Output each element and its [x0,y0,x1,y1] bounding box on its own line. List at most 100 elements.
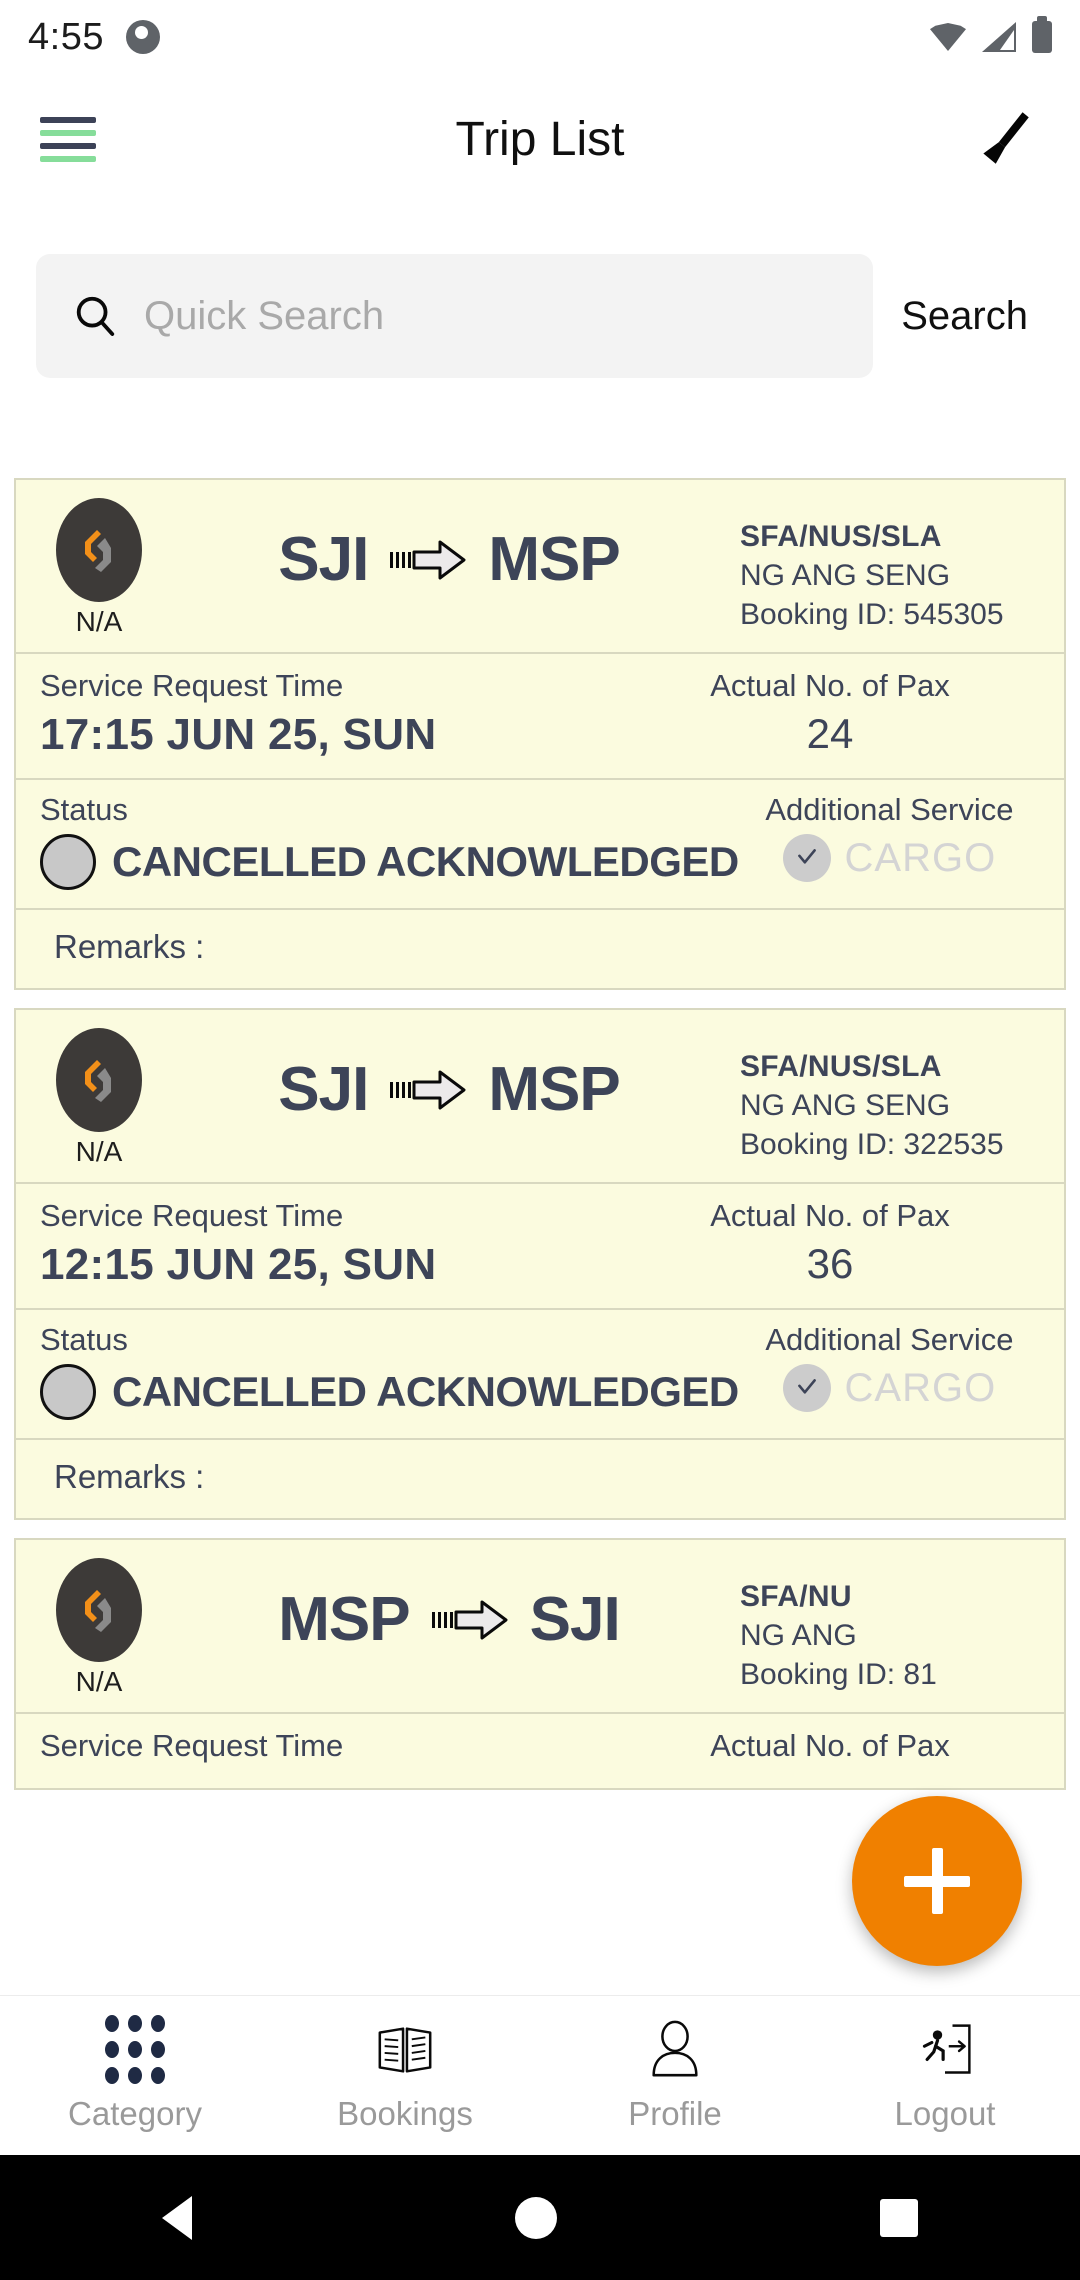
customer-name: NG ANG SENG [740,1089,951,1122]
recents-icon[interactable] [880,2198,919,2237]
pax-label: Actual No. of Pax [710,668,950,703]
company-logo-icon [56,1558,142,1662]
back-icon[interactable] [161,2195,192,2240]
nav-item-bookings[interactable]: Bookings [270,2019,540,2133]
trip-status-row: Status CANCELLED ACKNOWLEDGED Additional… [16,1310,1064,1440]
pax-value: 36 [806,1240,854,1287]
open-book-icon [374,2019,436,2081]
service-request-time-label: Service Request Time [40,1728,344,1763]
status-block: Status CANCELLED ACKNOWLEDGED [40,1322,739,1420]
status-label: Status [40,1322,128,1357]
pax-block: Actual No. of Pax 24 [620,668,1040,760]
pax-block: Actual No. of Pax [620,1728,1040,1770]
battery-icon [1032,16,1052,53]
notification-dot-icon [125,20,160,54]
company-code: SFA/NUS/SLA [740,1050,942,1083]
search-button[interactable]: Search [891,294,1044,339]
grid-dots-icon [105,2015,165,2084]
company-logo-icon [56,498,142,602]
nav-item-category[interactable]: Category [0,2015,270,2133]
search-row: Search [0,254,1080,378]
service-request-time-block: Service Request Time 17:15 JUN 25, SUN [40,668,620,760]
service-request-time-block: Service Request Time [40,1728,620,1770]
arrow-right-icon [430,1597,510,1643]
check-circle-icon[interactable] [782,834,831,882]
trip-card-header: N/A SJI MSP SFA/NUS/SLA NG ANG SENG Book… [16,1010,1064,1184]
trip-booking-info: SFA/NU NG ANG Booking ID: 81 [740,1558,1040,1692]
arrow-right-icon [388,1067,468,1113]
remarks-label: Remarks : [54,928,205,965]
trip-booking-info: SFA/NUS/SLA NG ANG SENG Booking ID: 3225… [740,1028,1040,1162]
additional-service-label: Additional Service [765,1322,1014,1357]
trip-route: SJI MSP [158,1028,740,1125]
trip-remarks-row: Remarks : [16,910,1064,988]
trip-card-header: N/A MSP SJI SFA/NU NG ANG Booking ID: 81 [16,1540,1064,1714]
trip-remarks-row: Remarks : [16,1440,1064,1518]
remarks-label: Remarks : [54,1458,205,1495]
check-circle-icon[interactable] [782,1364,831,1412]
trip-route: SJI MSP [158,498,740,595]
customer-name: NG ANG [740,1619,857,1652]
service-request-time-value: 12:15 JUN 25, SUN [40,1240,437,1289]
additional-service-value-group: CARGO [739,1364,1040,1412]
nav-item-logout[interactable]: Logout [810,2019,1080,2133]
service-request-time-value: 17:15 JUN 25, SUN [40,710,437,759]
status-indicator-icon [40,1364,96,1420]
pax-label: Actual No. of Pax [710,1198,950,1233]
trip-card[interactable]: N/A SJI MSP SFA/NUS/SLA NG ANG SENG Book… [14,478,1066,990]
status-block: Status CANCELLED ACKNOWLEDGED [40,792,739,890]
status-value-group: CANCELLED ACKNOWLEDGED [40,834,739,890]
nav-label-bookings: Bookings [337,2094,473,2132]
trip-origin: SJI [278,1055,369,1124]
status-bar-left: 4:55 [28,16,160,59]
company-logo-icon [56,1028,142,1132]
pax-label: Actual No. of Pax [710,1728,950,1763]
trip-card[interactable]: N/A MSP SJI SFA/NU NG ANG Booking ID: 81… [14,1538,1066,1790]
customer-name: NG ANG SENG [740,559,951,592]
additional-service-block: Additional Service CARGO [739,1322,1040,1420]
status-bar-clock: 4:55 [28,15,104,58]
signal-icon [982,22,1016,52]
trip-time-pax-row: Service Request Time 12:15 JUN 25, SUN A… [16,1184,1064,1310]
search-input[interactable] [144,293,838,339]
trip-origin: SJI [278,525,369,594]
cargo-label: CARGO [844,835,997,880]
page-title: Trip List [455,112,625,166]
search-box[interactable] [36,254,874,378]
app-bar: Trip List [0,74,1080,204]
service-request-time-label: Service Request Time [40,1198,344,1233]
arrow-right-icon [388,537,468,583]
additional-service-value-group: CARGO [739,834,1040,882]
service-request-time-block: Service Request Time 12:15 JUN 25, SUN [40,1198,620,1290]
hamburger-menu-icon[interactable] [40,116,96,162]
trip-card-header: N/A SJI MSP SFA/NUS/SLA NG ANG SENG Book… [16,480,1064,654]
wifi-icon [930,23,966,51]
status-bar: 4:55 [0,0,1080,74]
status-label: Status [40,792,128,827]
nav-label-category: Category [68,2094,202,2132]
trip-logo: N/A [40,1558,158,1698]
trip-destination: SJI [529,1585,621,1654]
trip-origin: MSP [278,1585,410,1654]
add-trip-fab[interactable] [852,1796,1022,1966]
trip-logo-caption: N/A [75,606,123,637]
home-icon[interactable] [514,2196,557,2239]
broom-clear-icon[interactable] [968,103,1040,175]
person-icon [646,2019,704,2081]
status-bar-right [930,16,1052,53]
nav-label-profile: Profile [628,2094,722,2132]
plus-icon [904,1848,970,1914]
bottom-navigation: Category Bookings Profile Logout [0,1995,1080,2155]
pax-block: Actual No. of Pax 36 [620,1198,1040,1290]
company-code: SFA/NU [740,1580,852,1613]
nav-item-profile[interactable]: Profile [540,2019,810,2133]
trip-logo: N/A [40,1028,158,1168]
trip-card[interactable]: N/A SJI MSP SFA/NUS/SLA NG ANG SENG Book… [14,1008,1066,1520]
search-icon [72,293,118,339]
booking-id: Booking ID: 81 [740,1658,937,1691]
trip-time-pax-row: Service Request Time Actual No. of Pax [16,1714,1064,1788]
logout-run-door-icon [915,2019,975,2081]
system-navigation-bar [0,2155,1080,2280]
pax-value: 24 [806,710,854,757]
status-value-group: CANCELLED ACKNOWLEDGED [40,1364,739,1420]
